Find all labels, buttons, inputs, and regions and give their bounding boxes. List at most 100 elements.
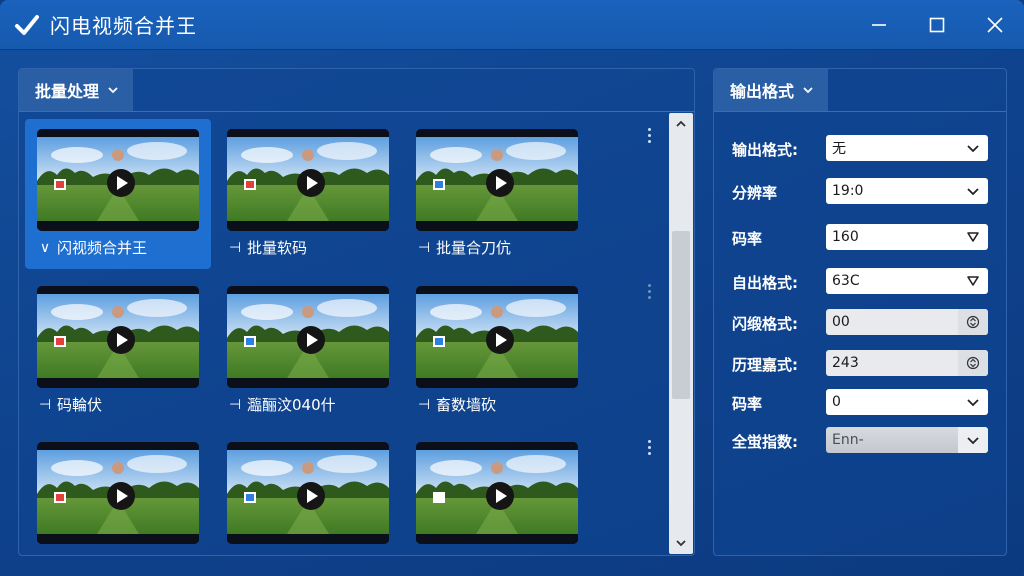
select-field[interactable]: 160 [826, 224, 988, 250]
spinner-input[interactable]: 243 [826, 350, 988, 376]
video-title: 畜数墙砍 [436, 396, 497, 414]
video-tile[interactable] [25, 432, 211, 555]
window-controls [850, 0, 1024, 50]
title-bar: 闪电视频合并王 [0, 0, 1024, 50]
triangle-down-icon[interactable] [964, 228, 982, 246]
video-tile[interactable] [404, 432, 590, 555]
video-label: ⊣ 瀶酾汶040什 [229, 394, 336, 415]
form-row: 分辨率 19:0 [714, 178, 1008, 206]
field-value: 00 [832, 314, 850, 330]
video-label: ⊣ 批量软码 [229, 237, 307, 258]
close-icon [987, 17, 1003, 33]
field-value: Enn- [832, 432, 864, 448]
chevron-down-icon[interactable] [958, 427, 988, 453]
field-value: 160 [832, 229, 859, 245]
form-row: 码率 0 [714, 389, 1008, 417]
select-field[interactable]: Enn- [826, 427, 988, 453]
video-thumbnail[interactable] [416, 129, 578, 231]
video-title: 闪视频合并王 [57, 239, 148, 257]
video-tile[interactable] [215, 432, 401, 555]
video-label: ⊣ 码輪伏 [39, 394, 102, 415]
arrow-right-icon: ⊣ [39, 396, 52, 413]
video-tile[interactable]: ⊣ 畜数墙砍 [404, 276, 590, 426]
scrollbar-thumb[interactable] [672, 231, 690, 399]
video-tile[interactable]: ⊣ 码輪伏 [25, 276, 211, 426]
minimize-button[interactable] [850, 0, 908, 50]
video-label: ∨ 闪视频合并王 [39, 237, 147, 258]
video-thumbnail[interactable] [227, 129, 389, 231]
field-label: 分辨率 [732, 184, 778, 202]
maximize-button[interactable] [908, 0, 966, 50]
field-value: 19:0 [832, 183, 864, 199]
arrow-right-icon: ⊣ [229, 396, 242, 413]
play-icon[interactable] [37, 442, 199, 544]
spinner-icon[interactable] [958, 309, 988, 335]
field-label: 自出格式: [732, 274, 798, 292]
play-icon[interactable] [416, 442, 578, 544]
video-thumbnail[interactable] [37, 442, 199, 544]
maximize-icon [929, 17, 945, 33]
video-title: 瀶酾汶040什 [247, 396, 336, 414]
tab-divider [714, 111, 1006, 112]
play-icon[interactable] [416, 129, 578, 231]
field-label: 输出格式: [732, 141, 798, 159]
select-field[interactable]: 19:0 [826, 178, 988, 204]
video-thumbnail[interactable] [227, 442, 389, 544]
form-row: 历理嘉式: 243 [714, 350, 1008, 378]
chevron-up-icon[interactable] [669, 113, 693, 135]
play-icon[interactable] [37, 129, 199, 231]
video-thumbnail[interactable] [416, 442, 578, 544]
chevron-down-icon: ∨ [39, 239, 51, 256]
chevron-down-icon[interactable] [964, 139, 982, 157]
app-window: 闪电视频合并王 批量处理 ∨ 闪视频合并王 ⊣ 批量软码 ⊣ 批量合刀伉 ⊣ 码… [0, 0, 1024, 576]
field-value: 243 [832, 355, 859, 371]
spinner-input[interactable]: 00 [826, 309, 988, 335]
video-title: 批量软码 [247, 239, 308, 257]
video-tile[interactable]: ⊣ 瀶酾汶040什 [215, 276, 401, 426]
triangle-down-icon[interactable] [964, 272, 982, 290]
chevron-down-icon[interactable] [669, 532, 693, 554]
batch-tab[interactable]: 批量处理 [19, 69, 134, 111]
video-tile[interactable]: ⊣ 批量合刀伉 [404, 119, 590, 269]
play-icon[interactable] [227, 442, 389, 544]
play-icon[interactable] [416, 286, 578, 388]
select-field[interactable]: 63C [826, 268, 988, 294]
more-options-icon[interactable] [643, 279, 655, 303]
play-icon[interactable] [37, 286, 199, 388]
field-value: 0 [832, 394, 841, 410]
spinner-icon[interactable] [958, 350, 988, 376]
video-grid: ∨ 闪视频合并王 ⊣ 批量软码 ⊣ 批量合刀伉 ⊣ 码輪伏 ⊣ 瀶酾汶040什 ⊣ 畜数墙砍 [25, 119, 665, 555]
select-field[interactable]: 无 [826, 135, 988, 161]
minimize-icon [872, 24, 886, 26]
play-icon[interactable] [227, 129, 389, 231]
close-button[interactable] [966, 0, 1024, 50]
video-label: ⊣ 畜数墙砍 [418, 394, 496, 415]
chevron-down-icon [802, 84, 814, 96]
check-icon [14, 12, 40, 38]
more-options-icon[interactable] [643, 435, 655, 459]
video-title: 批量合刀伉 [436, 239, 512, 257]
arrow-right-icon: ⊣ [229, 239, 242, 256]
select-field[interactable]: 0 [826, 389, 988, 415]
more-options-icon[interactable] [643, 123, 655, 147]
form-row: 码率 160 [714, 224, 1008, 252]
form-row: 全蛍指数: Enn- [714, 427, 1008, 455]
video-thumbnail[interactable] [416, 286, 578, 388]
play-icon[interactable] [227, 286, 389, 388]
video-tile[interactable]: ∨ 闪视频合并王 [25, 119, 211, 269]
video-tile[interactable]: ⊣ 批量软码 [215, 119, 401, 269]
video-scrollbar[interactable] [669, 113, 693, 554]
form-row: 闪缎格式: 00 [714, 309, 1008, 337]
batch-panel: 批量处理 ∨ 闪视频合并王 ⊣ 批量软码 ⊣ 批量合刀伉 ⊣ 码輪伏 ⊣ 瀶酾汶040什 … [18, 68, 695, 556]
video-title: 码輪伏 [57, 396, 103, 414]
field-value: 63C [832, 273, 860, 289]
video-thumbnail[interactable] [37, 129, 199, 231]
chevron-down-icon[interactable] [964, 393, 982, 411]
output-tab-label: 输出格式 [730, 82, 795, 101]
output-tab[interactable]: 输出格式 [714, 69, 829, 111]
batch-tab-label: 批量处理 [35, 82, 100, 101]
chevron-down-icon[interactable] [964, 182, 982, 200]
video-thumbnail[interactable] [227, 286, 389, 388]
video-thumbnail[interactable] [37, 286, 199, 388]
chevron-down-icon [107, 84, 119, 96]
